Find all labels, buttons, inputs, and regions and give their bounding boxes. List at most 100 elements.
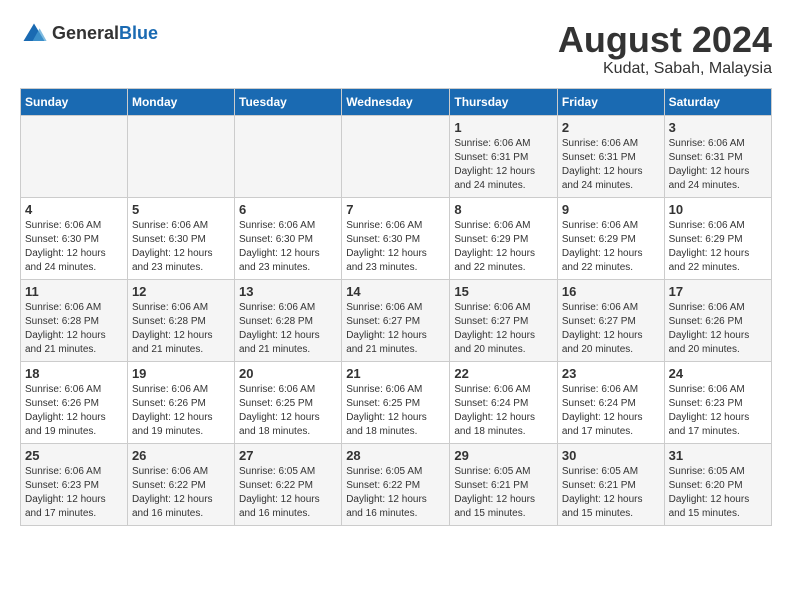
calendar-week-row: 18 Sunrise: 6:06 AM Sunset: 6:26 PM Dayli…: [21, 361, 772, 443]
day-number: 14: [346, 284, 445, 299]
calendar-cell: 30 Sunrise: 6:05 AM Sunset: 6:21 PM Dayli…: [557, 443, 664, 525]
calendar-cell: 5Sunrise: 6:06 AM Sunset: 6:30 PM Daylig…: [127, 197, 234, 279]
day-info: Sunrise: 6:06 AM Sunset: 6:28 PM Dayligh…: [132, 301, 230, 357]
calendar-cell: 31Sunrise: 6:05 AM Sunset: 6:20 PM Dayli…: [664, 443, 771, 525]
day-info: Sunrise: 6:06 AM Sunset: 6:30 PM Dayligh…: [346, 219, 445, 275]
day-info: Sunrise: 6:06 AM Sunset: 6:25 PM Dayligh…: [346, 383, 445, 439]
day-of-week-header: Tuesday: [235, 88, 342, 115]
day-number: 18: [25, 366, 123, 381]
day-info: Sunrise: 6:05 AM Sunset: 6:20 PM Dayligh…: [669, 465, 767, 521]
day-number: 2: [562, 120, 660, 135]
day-number: 22: [454, 366, 553, 381]
day-info: Sunrise: 6:06 AM Sunset: 6:23 PM Dayligh…: [25, 465, 123, 521]
day-of-week-header: Friday: [557, 88, 664, 115]
day-number: 7: [346, 202, 445, 217]
calendar-cell: 13Sunrise: 6:06 AM Sunset: 6:28 PM Dayli…: [235, 279, 342, 361]
header-row: SundayMondayTuesdayWednesdayThursdayFrid…: [21, 88, 772, 115]
day-of-week-header: Wednesday: [342, 88, 450, 115]
day-number: 19: [132, 366, 230, 381]
day-info: Sunrise: 6:06 AM Sunset: 6:28 PM Dayligh…: [239, 301, 337, 357]
day-info: Sunrise: 6:06 AM Sunset: 6:29 PM Dayligh…: [454, 219, 553, 275]
logo-icon: [20, 20, 48, 48]
day-info: Sunrise: 6:06 AM Sunset: 6:29 PM Dayligh…: [562, 219, 660, 275]
day-info: Sunrise: 6:05 AM Sunset: 6:22 PM Dayligh…: [346, 465, 445, 521]
calendar-week-row: 1 Sunrise: 6:06 AM Sunset: 6:31 PM Daylig…: [21, 115, 772, 197]
calendar-cell: 18 Sunrise: 6:06 AM Sunset: 6:26 PM Dayli…: [21, 361, 128, 443]
logo: GeneralBlue: [20, 20, 158, 48]
day-number: 25: [25, 448, 123, 463]
day-info: Sunrise: 6:06 AM Sunset: 6:24 PM Dayligh…: [562, 383, 660, 439]
day-number: 16: [562, 284, 660, 299]
day-info: Sunrise: 6:06 AM Sunset: 6:29 PM Dayligh…: [669, 219, 767, 275]
calendar-cell: [235, 115, 342, 197]
day-number: 30: [562, 448, 660, 463]
day-info: Sunrise: 6:06 AM Sunset: 6:22 PM Dayligh…: [132, 465, 230, 521]
calendar-cell: 11 Sunrise: 6:06 AM Sunset: 6:28 PM Dayli…: [21, 279, 128, 361]
calendar-cell: 4Sunrise: 6:06 AM Sunset: 6:30 PM Daylig…: [21, 197, 128, 279]
calendar-cell: 22 Sunrise: 6:06 AM Sunset: 6:24 PM Dayli…: [450, 361, 558, 443]
calendar-cell: 12 Sunrise: 6:06 AM Sunset: 6:28 PM Dayli…: [127, 279, 234, 361]
day-info: Sunrise: 6:05 AM Sunset: 6:22 PM Dayligh…: [239, 465, 337, 521]
day-of-week-header: Saturday: [664, 88, 771, 115]
day-info: Sunrise: 6:06 AM Sunset: 6:27 PM Dayligh…: [562, 301, 660, 357]
calendar-cell: 24Sunrise: 6:06 AM Sunset: 6:23 PM Dayli…: [664, 361, 771, 443]
day-info: Sunrise: 6:06 AM Sunset: 6:28 PM Dayligh…: [25, 301, 123, 357]
day-of-week-header: Monday: [127, 88, 234, 115]
day-number: 23: [562, 366, 660, 381]
day-number: 12: [132, 284, 230, 299]
day-number: 11: [25, 284, 123, 299]
calendar-title: August 2024: [558, 20, 772, 60]
calendar-cell: 15 Sunrise: 6:06 AM Sunset: 6:27 PM Dayli…: [450, 279, 558, 361]
day-number: 21: [346, 366, 445, 381]
calendar-table: SundayMondayTuesdayWednesdayThursdayFrid…: [20, 88, 772, 526]
calendar-cell: 28 Sunrise: 6:05 AM Sunset: 6:22 PM Dayli…: [342, 443, 450, 525]
calendar-cell: 9 Sunrise: 6:06 AM Sunset: 6:29 PM Daylig…: [557, 197, 664, 279]
day-number: 15: [454, 284, 553, 299]
page-header: GeneralBlue August 2024 Kudat, Sabah, Ma…: [20, 20, 772, 78]
calendar-week-row: 11 Sunrise: 6:06 AM Sunset: 6:28 PM Dayli…: [21, 279, 772, 361]
calendar-cell: 21 Sunrise: 6:06 AM Sunset: 6:25 PM Dayli…: [342, 361, 450, 443]
calendar-cell: 6 Sunrise: 6:06 AM Sunset: 6:30 PM Daylig…: [235, 197, 342, 279]
day-info: Sunrise: 6:06 AM Sunset: 6:30 PM Dayligh…: [239, 219, 337, 275]
calendar-week-row: 25 Sunrise: 6:06 AM Sunset: 6:23 PM Dayli…: [21, 443, 772, 525]
calendar-cell: 10Sunrise: 6:06 AM Sunset: 6:29 PM Dayli…: [664, 197, 771, 279]
day-number: 27: [239, 448, 337, 463]
calendar-subtitle: Kudat, Sabah, Malaysia: [558, 60, 772, 78]
day-info: Sunrise: 6:06 AM Sunset: 6:23 PM Dayligh…: [669, 383, 767, 439]
day-info: Sunrise: 6:05 AM Sunset: 6:21 PM Dayligh…: [562, 465, 660, 521]
calendar-cell: 16 Sunrise: 6:06 AM Sunset: 6:27 PM Dayli…: [557, 279, 664, 361]
day-number: 26: [132, 448, 230, 463]
calendar-cell: 20Sunrise: 6:06 AM Sunset: 6:25 PM Dayli…: [235, 361, 342, 443]
day-number: 17: [669, 284, 767, 299]
day-info: Sunrise: 6:06 AM Sunset: 6:27 PM Dayligh…: [454, 301, 553, 357]
day-info: Sunrise: 6:06 AM Sunset: 6:25 PM Dayligh…: [239, 383, 337, 439]
calendar-cell: 14 Sunrise: 6:06 AM Sunset: 6:27 PM Dayli…: [342, 279, 450, 361]
day-info: Sunrise: 6:06 AM Sunset: 6:26 PM Dayligh…: [132, 383, 230, 439]
calendar-cell: 25 Sunrise: 6:06 AM Sunset: 6:23 PM Dayli…: [21, 443, 128, 525]
calendar-cell: 26 Sunrise: 6:06 AM Sunset: 6:22 PM Dayli…: [127, 443, 234, 525]
day-info: Sunrise: 6:06 AM Sunset: 6:24 PM Dayligh…: [454, 383, 553, 439]
day-info: Sunrise: 6:06 AM Sunset: 6:31 PM Dayligh…: [562, 137, 660, 193]
calendar-cell: 29Sunrise: 6:05 AM Sunset: 6:21 PM Dayli…: [450, 443, 558, 525]
day-number: 28: [346, 448, 445, 463]
calendar-cell: [21, 115, 128, 197]
day-number: 4: [25, 202, 123, 217]
day-info: Sunrise: 6:06 AM Sunset: 6:30 PM Dayligh…: [132, 219, 230, 275]
calendar-cell: [342, 115, 450, 197]
day-info: Sunrise: 6:06 AM Sunset: 6:26 PM Dayligh…: [25, 383, 123, 439]
title-block: August 2024 Kudat, Sabah, Malaysia: [558, 20, 772, 78]
day-info: Sunrise: 6:06 AM Sunset: 6:31 PM Dayligh…: [669, 137, 767, 193]
day-info: Sunrise: 6:05 AM Sunset: 6:21 PM Dayligh…: [454, 465, 553, 521]
day-number: 9: [562, 202, 660, 217]
day-number: 6: [239, 202, 337, 217]
day-info: Sunrise: 6:06 AM Sunset: 6:26 PM Dayligh…: [669, 301, 767, 357]
day-number: 1: [454, 120, 553, 135]
day-of-week-header: Sunday: [21, 88, 128, 115]
calendar-cell: 27 Sunrise: 6:05 AM Sunset: 6:22 PM Dayli…: [235, 443, 342, 525]
day-info: Sunrise: 6:06 AM Sunset: 6:27 PM Dayligh…: [346, 301, 445, 357]
day-number: 3: [669, 120, 767, 135]
day-info: Sunrise: 6:06 AM Sunset: 6:31 PM Dayligh…: [454, 137, 553, 193]
day-number: 8: [454, 202, 553, 217]
calendar-cell: 7 Sunrise: 6:06 AM Sunset: 6:30 PM Daylig…: [342, 197, 450, 279]
calendar-cell: 8 Sunrise: 6:06 AM Sunset: 6:29 PM Daylig…: [450, 197, 558, 279]
